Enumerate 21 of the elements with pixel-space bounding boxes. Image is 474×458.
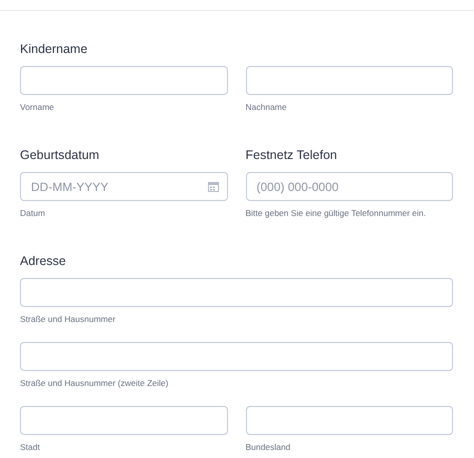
calendar-icon[interactable] <box>208 181 218 192</box>
input-field[interactable] <box>20 66 228 95</box>
field-label: Adresse <box>20 253 66 269</box>
input-field[interactable] <box>20 342 453 371</box>
field-hint: Vorname <box>20 102 54 113</box>
field-hint: Straße und Hausnummer <box>20 314 116 325</box>
input-field[interactable]: (000) 000-0000 <box>246 172 453 201</box>
input-field[interactable] <box>20 278 453 307</box>
field-label: Geburtsdatum <box>20 147 100 163</box>
field-label: Kindername <box>20 41 88 57</box>
input-field[interactable] <box>246 66 453 95</box>
field-hint: Stadt <box>20 442 40 453</box>
date-field[interactable]: DD-MM-YYYY <box>20 172 228 201</box>
field-label: Festnetz Telefon <box>246 147 337 163</box>
input-field[interactable] <box>20 406 228 435</box>
input-field[interactable] <box>246 406 453 435</box>
field-hint: Datum <box>20 208 46 219</box>
field-hint: Bundesland <box>246 442 290 453</box>
field-hint: Bitte geben Sie eine gültige Telefonnummer ein. <box>246 208 426 219</box>
field-hint: Nachname <box>246 102 287 113</box>
field-hint: Straße und Hausnummer (zweite Zeile) <box>20 378 168 389</box>
